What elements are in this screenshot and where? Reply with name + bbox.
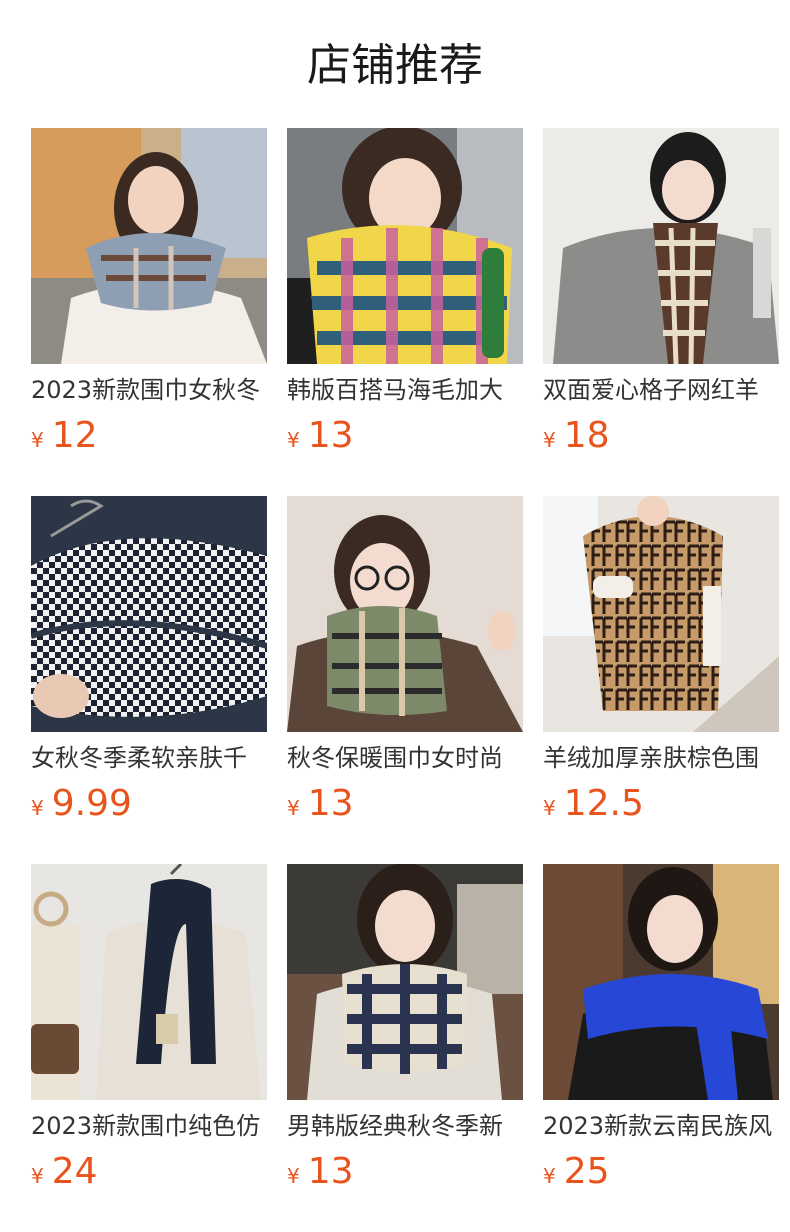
product-photo-navy-check: [287, 864, 523, 1100]
product-card[interactable]: 羊绒加厚亲肤棕色围 ¥12.5: [543, 496, 779, 826]
product-image[interactable]: [31, 496, 267, 732]
product-name[interactable]: 双面爱心格子网红羊: [543, 374, 779, 406]
currency-symbol: ¥: [31, 796, 44, 820]
currency-symbol: ¥: [287, 1164, 300, 1188]
product-image[interactable]: [287, 864, 523, 1100]
page-title: 店铺推荐: [307, 40, 483, 91]
product-image[interactable]: [543, 864, 779, 1100]
price-value: 25: [563, 1151, 610, 1192]
product-name[interactable]: 2023新款围巾纯色仿: [31, 1110, 267, 1142]
price-value: 12.5: [563, 783, 644, 824]
product-card[interactable]: 2023新款围巾女秋冬 ¥12: [31, 128, 267, 458]
product-card[interactable]: 双面爱心格子网红羊 ¥18: [543, 128, 779, 458]
price-value: 13: [307, 783, 354, 824]
product-name[interactable]: 男韩版经典秋冬季新: [287, 1110, 523, 1142]
product-price: ¥13: [287, 416, 354, 456]
product-card[interactable]: 2023新款围巾纯色仿 ¥24: [31, 864, 267, 1194]
price-value: 9.99: [51, 783, 132, 824]
product-image[interactable]: [31, 864, 267, 1100]
product-price: ¥13: [287, 1152, 354, 1192]
product-image[interactable]: [287, 496, 523, 732]
product-photo-woman-plaid: [31, 128, 267, 364]
currency-symbol: ¥: [543, 796, 556, 820]
product-price: ¥25: [543, 1152, 610, 1192]
price-value: 18: [563, 415, 610, 456]
price-value: 24: [51, 1151, 98, 1192]
product-price: ¥12: [31, 416, 98, 456]
price-value: 13: [307, 415, 354, 456]
product-photo-navy-scarf-coat: [31, 864, 267, 1100]
product-card[interactable]: 秋冬保暖围巾女时尚 ¥13: [287, 496, 523, 826]
product-card[interactable]: 女秋冬季柔软亲肤千 ¥9.99: [31, 496, 267, 826]
product-name[interactable]: 韩版百搭马海毛加大: [287, 374, 523, 406]
product-image[interactable]: [31, 128, 267, 364]
product-photo-glasses-plaid: [287, 496, 523, 732]
product-name[interactable]: 女秋冬季柔软亲肤千: [31, 742, 267, 774]
product-card[interactable]: 男韩版经典秋冬季新 ¥13: [287, 864, 523, 1194]
product-photo-blue-shawl: [543, 864, 779, 1100]
product-photo-brown-shawl: [543, 496, 779, 732]
currency-symbol: ¥: [287, 428, 300, 452]
product-image[interactable]: [543, 496, 779, 732]
product-photo-heart-plaid: [543, 128, 779, 364]
product-name[interactable]: 2023新款云南民族风: [543, 1110, 779, 1142]
product-name[interactable]: 2023新款围巾女秋冬: [31, 374, 267, 406]
price-value: 13: [307, 1151, 354, 1192]
product-price: ¥12.5: [543, 784, 644, 824]
product-name[interactable]: 羊绒加厚亲肤棕色围: [543, 742, 779, 774]
product-photo-colorful-check: [287, 128, 523, 364]
product-price: ¥18: [543, 416, 610, 456]
product-price: ¥24: [31, 1152, 98, 1192]
price-value: 12: [51, 415, 98, 456]
currency-symbol: ¥: [31, 428, 44, 452]
product-price: ¥9.99: [31, 784, 132, 824]
product-image[interactable]: [543, 128, 779, 364]
currency-symbol: ¥: [543, 1164, 556, 1188]
product-name[interactable]: 秋冬保暖围巾女时尚: [287, 742, 523, 774]
currency-symbol: ¥: [31, 1164, 44, 1188]
product-card[interactable]: 2023新款云南民族风 ¥25: [543, 864, 779, 1194]
currency-symbol: ¥: [287, 796, 300, 820]
currency-symbol: ¥: [543, 428, 556, 452]
product-image[interactable]: [287, 128, 523, 364]
product-price: ¥13: [287, 784, 354, 824]
product-photo-houndstooth: [31, 496, 267, 732]
product-grid: 2023新款围巾女秋冬 ¥12 韩版百搭马海毛加大 ¥13 双面爱心格子网红羊 …: [31, 128, 779, 1208]
product-card[interactable]: 韩版百搭马海毛加大 ¥13: [287, 128, 523, 458]
